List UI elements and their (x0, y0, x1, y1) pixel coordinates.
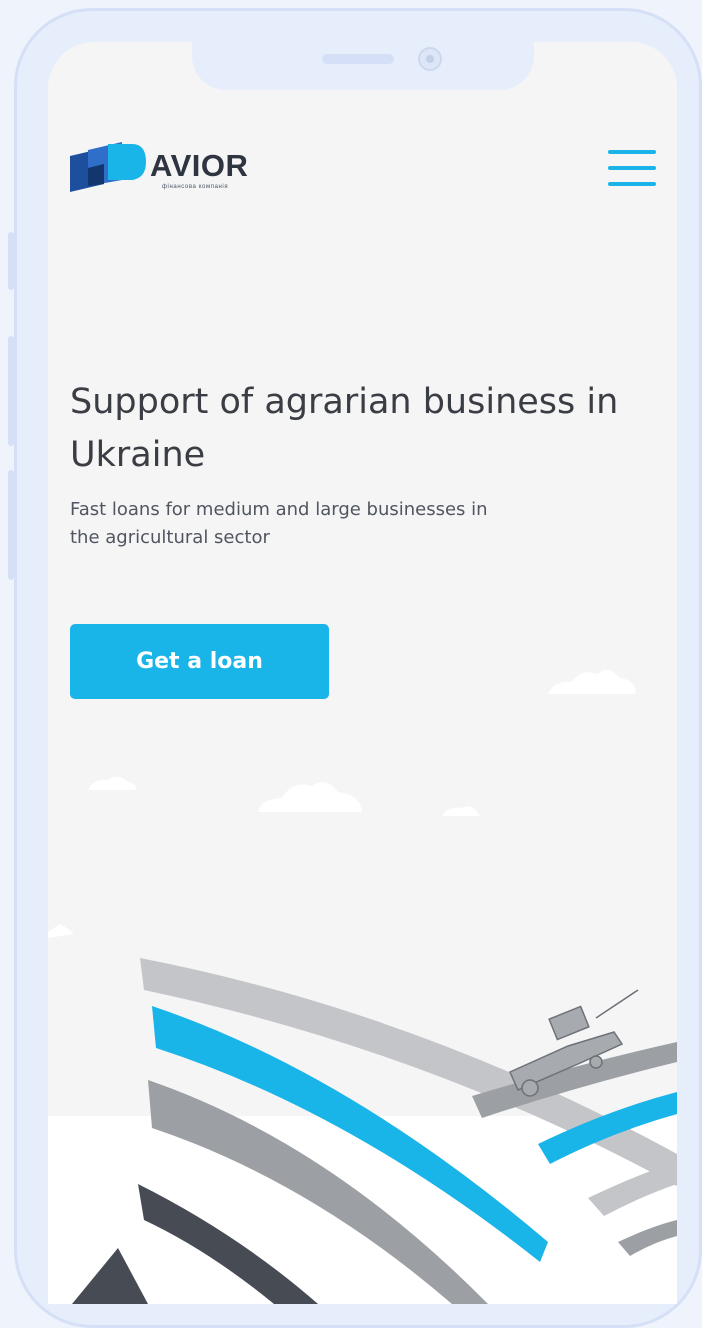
cloud-center (258, 782, 362, 812)
phone-side-button-low (8, 470, 14, 580)
phone-notch (192, 42, 534, 90)
hero-subtitle: Fast loans for medium and large business… (70, 499, 488, 548)
cloud-left-small (88, 776, 137, 790)
speaker-grille (322, 54, 394, 64)
menu-line-bottom (608, 182, 656, 186)
phone-screen: AVIOR фінансова компанія Support of agra… (48, 42, 677, 1304)
menu-line-middle (608, 166, 656, 170)
avior-logo-mark (70, 142, 146, 192)
menu-line-top (608, 150, 656, 154)
cloud-small-right (442, 806, 480, 816)
cloud-edge (48, 924, 74, 938)
phone-side-button-mid (8, 336, 14, 446)
hero-title: Support of agrarian business in Ukraine (70, 382, 619, 475)
logo-subtitle: фінансова компанія (162, 184, 229, 190)
hamburger-menu-icon[interactable] (608, 146, 656, 188)
phone-side-button-top (8, 232, 14, 290)
cloud-right (548, 669, 636, 694)
logo-text: AVIOR (150, 148, 249, 183)
agriculture-field-illustration (48, 669, 677, 1304)
get-loan-button[interactable]: Get a loan (70, 624, 329, 699)
front-camera (418, 47, 442, 71)
avior-logo[interactable]: AVIOR фінансова компанія (70, 140, 260, 196)
